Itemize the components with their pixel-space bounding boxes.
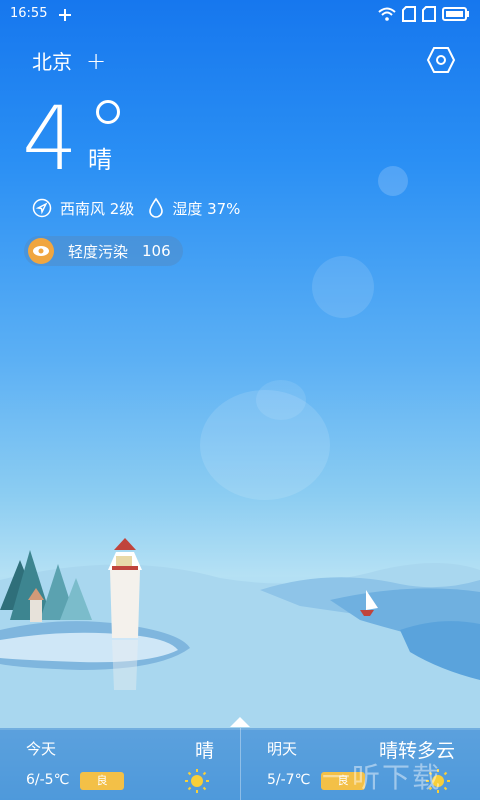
degree-symbol <box>96 100 120 124</box>
bokeh-light <box>312 256 374 318</box>
weather-screen: 16:55 北京 + 4 晴 西南风 2级 湿度 37% 轻度污染 106 今天… <box>0 0 480 800</box>
settings-hexagon-icon <box>426 47 456 73</box>
aqi-badge[interactable]: 轻度污染 106 <box>24 236 183 266</box>
humidity-text: 湿度 37% <box>172 199 241 218</box>
temperature-value: 4 <box>22 87 78 190</box>
battery-icon <box>442 7 469 21</box>
forecast-temp-range: 5/-7℃ <box>267 772 311 788</box>
aqi-value: 106 <box>142 242 171 260</box>
forecast-condition: 晴 <box>194 740 214 762</box>
notification-icon <box>58 7 72 26</box>
status-bar: 16:55 <box>0 0 480 28</box>
current-condition: 晴 <box>88 146 112 174</box>
air-quality-badge: 良 <box>80 772 124 790</box>
sim-card-icon <box>402 6 416 22</box>
header: 北京 + <box>32 46 106 75</box>
wifi-icon <box>378 7 396 21</box>
sim-card-icon-2 <box>422 6 436 22</box>
sun-icon <box>184 768 210 798</box>
forecast-today[interactable]: 今天 晴 6/-5℃ 良 <box>0 728 240 800</box>
settings-button[interactable] <box>426 46 456 78</box>
forecast-day: 今天 <box>26 740 57 758</box>
forecast-day: 明天 <box>267 740 298 758</box>
bokeh-light <box>256 380 306 420</box>
expand-handle[interactable] <box>228 714 252 728</box>
wind-direction-icon <box>32 198 52 218</box>
city-name[interactable]: 北京 <box>32 46 72 75</box>
chevron-up-icon <box>230 717 250 727</box>
status-time: 16:55 <box>10 6 48 21</box>
aqi-label: 轻度污染 <box>68 242 129 261</box>
lighthouse-landscape-illustration <box>0 538 480 730</box>
watermark-text: 一听下载 <box>322 761 443 794</box>
humidity-drop-icon <box>148 197 164 219</box>
wind-text: 西南风 2级 <box>60 199 135 218</box>
status-icons <box>378 6 470 22</box>
current-weather: 4 晴 <box>22 94 120 184</box>
pollution-mask-icon <box>28 238 54 264</box>
bokeh-light <box>378 166 408 196</box>
weather-meta: 西南风 2级 湿度 37% <box>32 197 240 219</box>
forecast-temp-range: 6/-5℃ <box>26 772 70 788</box>
add-city-button[interactable]: + <box>86 49 106 73</box>
